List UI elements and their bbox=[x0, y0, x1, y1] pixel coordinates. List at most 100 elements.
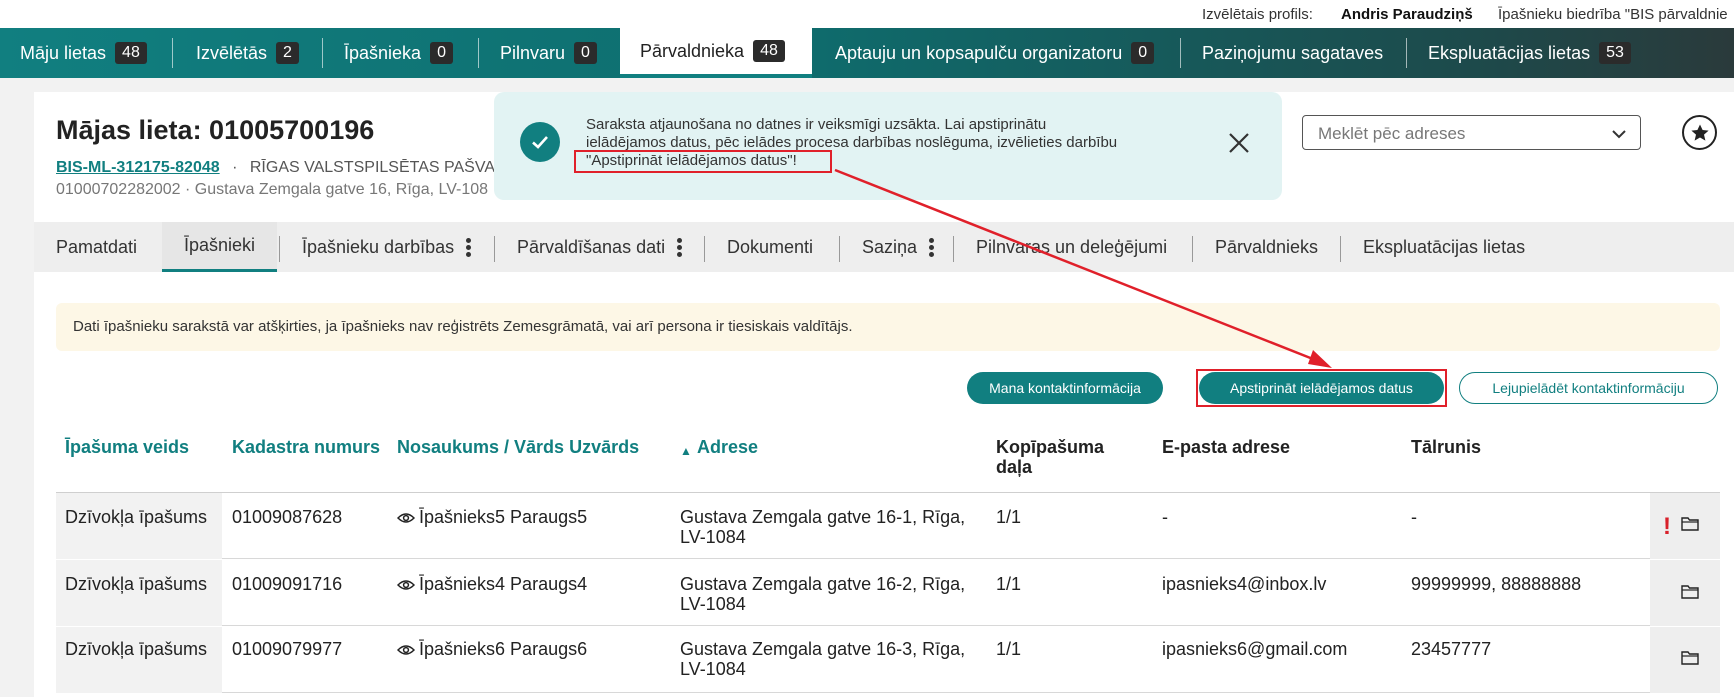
column-header-share: Kopīpašuma daļa bbox=[996, 437, 1104, 477]
search-placeholder: Meklēt pēc adreses bbox=[1318, 124, 1466, 143]
cell-address: Gustava Zemgala gatve 16-1, Rīga, LV-108… bbox=[680, 507, 965, 547]
count-badge: 53 bbox=[1599, 42, 1631, 64]
cell-phone: 99999999, 88888888 bbox=[1411, 574, 1582, 594]
folder-icon[interactable] bbox=[1681, 516, 1699, 531]
profile-bar: Izvēlētais profils: Andris Paraudziņš Īp… bbox=[0, 0, 1734, 28]
profile-org[interactable]: Īpašnieku biedrība "BIS pārvaldnie bbox=[1498, 6, 1728, 23]
column-header-name[interactable]: Nosaukums / Vārds Uzvārds bbox=[397, 437, 639, 457]
cell-type: Dzīvokļa īpašums bbox=[65, 639, 208, 659]
tab-pilnvaras[interactable]: Pilnvaras un deleģējumi bbox=[954, 222, 1189, 272]
tab-label: Īpašnieku darbības bbox=[302, 236, 455, 257]
success-check-icon bbox=[520, 122, 560, 162]
case-org: RĪGAS VALSTSPILSĒTAS PAŠVA bbox=[249, 159, 495, 176]
tab-ipasnieki[interactable]: Īpašnieki bbox=[162, 222, 278, 272]
cell-share: 1/1 bbox=[996, 639, 1022, 659]
info-notice: Dati īpašnieku sarakstā var atšķirties, … bbox=[56, 303, 1720, 351]
nav-maju-lietas[interactable]: Māju lietas 48 bbox=[0, 28, 167, 78]
nav-label: Pārvaldnieka bbox=[640, 40, 745, 61]
nav-ipasnieka[interactable]: Īpašnieka 0 bbox=[324, 28, 473, 78]
top-navigation: Māju lietas 48 Izvēlētās 2 Īpašnieka 0 P… bbox=[0, 28, 1734, 78]
cell-owner[interactable]: Īpašnieks4 Paraugs4 bbox=[397, 574, 587, 594]
cell-address: Gustava Zemgala gatve 16-2, Rīga, LV-108… bbox=[680, 574, 965, 614]
cell-phone: 23457777 bbox=[1411, 639, 1492, 659]
tab-pamatdati[interactable]: Pamatdati bbox=[34, 222, 159, 272]
header-line: Kopīpašuma bbox=[996, 437, 1105, 457]
star-icon bbox=[1690, 124, 1709, 141]
tab-ipasnieku-darbibas[interactable]: Īpašnieku darbības bbox=[280, 222, 493, 272]
toast-line: Saraksta atjaunošana no datnes ir veiksm… bbox=[586, 116, 1047, 133]
tab-label: Īpašnieki bbox=[184, 235, 256, 255]
case-link[interactable]: BIS-ML-312175-82048 bbox=[56, 159, 220, 176]
nav-label: Aptauju un kopsapulču organizatoru bbox=[835, 42, 1123, 63]
folder-icon[interactable] bbox=[1681, 584, 1699, 599]
address-search-select[interactable]: Meklēt pēc adreses bbox=[1302, 115, 1641, 150]
nav-divider bbox=[322, 38, 323, 68]
cell-email: ipasnieks4@inbox.lv bbox=[1162, 574, 1327, 594]
column-header-address[interactable]: Adrese bbox=[697, 437, 758, 457]
column-header-property-type[interactable]: Īpašuma veids bbox=[65, 437, 189, 457]
owner-name: Īpašnieks4 Paraugs4 bbox=[419, 574, 588, 594]
more-vertical-icon[interactable] bbox=[677, 236, 683, 259]
count-badge: 2 bbox=[276, 42, 299, 64]
tab-parvaldnieks[interactable]: Pārvaldnieks bbox=[1193, 222, 1340, 272]
cell-cadastre: 01009079977 bbox=[232, 639, 343, 659]
count-badge: 0 bbox=[574, 42, 597, 64]
header-line: daļa bbox=[996, 457, 1033, 477]
count-badge: 48 bbox=[753, 40, 785, 62]
nav-ekspluatacijas-lietas[interactable]: Ekspluatācijas lietas 53 bbox=[1408, 28, 1651, 78]
address-line: LV-1084 bbox=[680, 659, 746, 679]
nav-label: Īpašnieka bbox=[344, 42, 422, 63]
cell-email: ipasnieks6@gmail.com bbox=[1162, 639, 1348, 659]
cell-owner[interactable]: Īpašnieks5 Paraugs5 bbox=[397, 507, 587, 527]
tab-label: Saziņa bbox=[862, 236, 918, 257]
nav-label: Māju lietas bbox=[20, 42, 107, 63]
cell-owner[interactable]: Īpašnieks6 Paraugs6 bbox=[397, 639, 587, 659]
cell-address: Gustava Zemgala gatve 16-3, Rīga, LV-108… bbox=[680, 639, 965, 679]
sort-ascending-icon: ▲ bbox=[680, 444, 692, 458]
nav-label: Pilnvaru bbox=[500, 42, 566, 63]
nav-izvelētas[interactable]: Izvēlētās 2 bbox=[176, 28, 319, 78]
column-header-phone: Tālrunis bbox=[1411, 437, 1482, 457]
my-contact-info-button[interactable]: Mana kontaktinformācija bbox=[967, 372, 1163, 404]
notice-text: Dati īpašnieku sarakstā var atšķirties, … bbox=[73, 318, 853, 335]
nav-pazinojumu-sagataves[interactable]: Paziņojumu sagataves bbox=[1182, 28, 1403, 78]
eye-icon[interactable] bbox=[397, 644, 415, 656]
more-vertical-icon[interactable] bbox=[466, 236, 472, 259]
tab-label: Pārvaldnieks bbox=[1215, 236, 1319, 257]
address-line: Gustava Zemgala gatve 16-2, Rīga, bbox=[680, 574, 966, 594]
tab-parvaldisanas-dati[interactable]: Pārvaldīšanas dati bbox=[495, 222, 704, 272]
tab-sazina[interactable]: Saziņa bbox=[840, 222, 956, 272]
nav-divider bbox=[172, 38, 173, 68]
cell-share: 1/1 bbox=[996, 507, 1022, 527]
address-line: LV-1084 bbox=[680, 594, 746, 614]
tab-label: Pamatdati bbox=[56, 236, 138, 257]
nav-parvaldnieka[interactable]: Pārvaldnieka 48 bbox=[620, 28, 812, 78]
address-line: Gustava Zemgala gatve 16-1, Rīga, bbox=[680, 507, 966, 527]
close-icon[interactable] bbox=[1224, 128, 1254, 158]
more-vertical-icon[interactable] bbox=[929, 236, 935, 259]
nav-label: Ekspluatācijas lietas bbox=[1428, 42, 1591, 63]
eye-icon[interactable] bbox=[397, 512, 415, 524]
cell-share: 1/1 bbox=[996, 574, 1022, 594]
nav-divider bbox=[1180, 38, 1181, 68]
download-contact-info-button[interactable]: Lejupielādēt kontaktinformāciju bbox=[1459, 372, 1718, 404]
separator-dot: · bbox=[232, 159, 238, 176]
row-shade bbox=[56, 627, 222, 693]
count-badge: 48 bbox=[115, 42, 147, 64]
owner-name: Īpašnieks5 Paraugs5 bbox=[419, 507, 588, 527]
nav-pilnvaru[interactable]: Pilnvaru 0 bbox=[480, 28, 617, 78]
nav-aptauju-organizatoru[interactable]: Aptauju un kopsapulču organizatoru 0 bbox=[815, 28, 1174, 78]
tab-label: Pilnvaras un deleģējumi bbox=[976, 236, 1168, 257]
tab-dokumenti[interactable]: Dokumenti bbox=[705, 222, 835, 272]
favorite-button[interactable] bbox=[1682, 115, 1717, 150]
profile-name[interactable]: Andris Paraudziņš bbox=[1341, 6, 1473, 23]
cell-cadastre: 01009091716 bbox=[232, 574, 343, 594]
success-toast: Saraksta atjaunošana no datnes ir veiksm… bbox=[494, 92, 1282, 200]
eye-icon[interactable] bbox=[397, 579, 415, 591]
tab-ekspluatacijas-lietas[interactable]: Ekspluatācijas lietas bbox=[1341, 222, 1547, 272]
column-header-cadastre[interactable]: Kadastra numurs bbox=[232, 437, 380, 457]
page-title: Mājas lieta: 01005700196 bbox=[56, 115, 375, 145]
column-header-email: E-pasta adrese bbox=[1162, 437, 1291, 457]
count-badge: 0 bbox=[1131, 42, 1155, 64]
folder-icon[interactable] bbox=[1681, 650, 1699, 665]
